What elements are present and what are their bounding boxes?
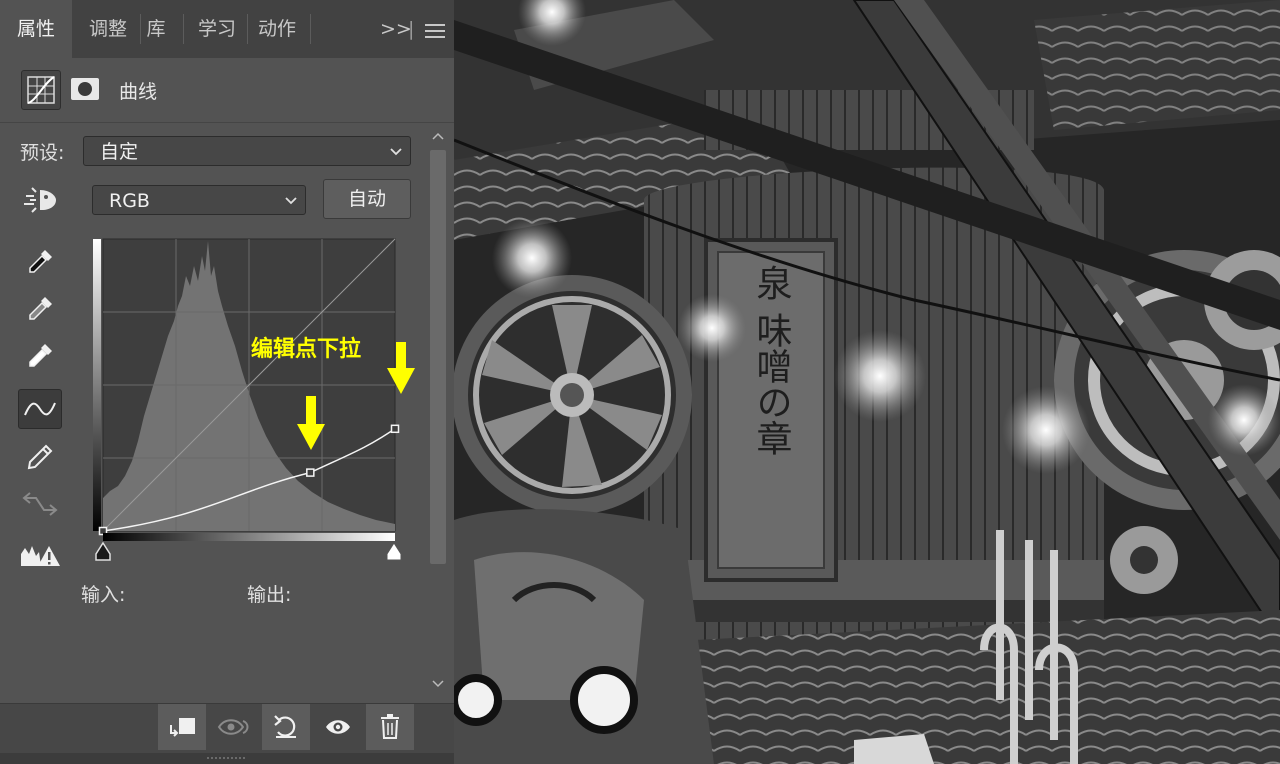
properties-panel: 属性 调整 库 学习 动作 >> | 曲线 预设: 自定 RGB 自动 编辑点下… — [0, 0, 454, 764]
visibility-eye-icon[interactable] — [314, 704, 362, 750]
pencil-draw-icon[interactable] — [18, 437, 62, 477]
auto-button[interactable]: 自动 — [323, 179, 411, 219]
reset-icon[interactable] — [262, 704, 310, 750]
tab-divider — [310, 14, 311, 44]
bottom-toolbar — [0, 703, 454, 754]
tab-actions[interactable]: 动作 — [247, 0, 307, 58]
tab-adjustments[interactable]: 调整 — [76, 0, 140, 58]
black-point-slider[interactable] — [95, 541, 111, 561]
panel-resize-grip[interactable] — [0, 753, 454, 764]
channel-dropdown[interactable]: RGB — [92, 185, 306, 215]
black-point-eyedropper-icon[interactable] — [18, 242, 62, 282]
hamburger-menu-icon[interactable] — [425, 23, 445, 42]
scroll-down-icon[interactable] — [432, 680, 444, 688]
output-gradient-bar — [93, 239, 101, 531]
panel-title: 曲线 — [119, 81, 158, 103]
header-divider — [0, 122, 454, 123]
curve-control-point[interactable] — [306, 468, 315, 477]
tab-libraries[interactable]: 库 — [132, 0, 180, 58]
delete-trash-icon[interactable] — [366, 704, 414, 750]
white-point-eyedropper-icon[interactable] — [18, 336, 62, 376]
view-previous-state-icon[interactable] — [210, 704, 258, 750]
tab-learn[interactable]: 学习 — [187, 0, 247, 58]
white-point-slider[interactable] — [386, 542, 402, 561]
curves-graph[interactable] — [90, 236, 410, 566]
input-gradient-bar — [103, 533, 395, 541]
chevron-down-icon — [285, 197, 297, 205]
on-image-adjust-icon[interactable] — [22, 186, 60, 218]
gear-wheel — [454, 275, 692, 515]
down-arrow-icon — [297, 396, 325, 450]
tab-divider-bar: | — [408, 18, 415, 40]
layer-mask-icon[interactable] — [70, 76, 100, 102]
channel-value: RGB — [109, 190, 150, 212]
scrollbar-thumb[interactable] — [430, 150, 446, 564]
preset-value: 自定 — [100, 141, 139, 163]
smooth-curve-icon[interactable] — [18, 484, 62, 524]
preset-label: 预设: — [20, 142, 65, 164]
signboard-text: 泉 味噌の章 — [751, 264, 792, 456]
chevron-down-icon — [390, 148, 402, 156]
tab-divider — [183, 14, 184, 44]
gray-point-eyedropper-icon[interactable] — [18, 289, 62, 329]
down-arrow-icon — [387, 342, 415, 394]
preset-dropdown[interactable]: 自定 — [83, 136, 411, 166]
output-label: 输出: — [247, 584, 292, 606]
curve-points-icon[interactable] — [18, 389, 62, 429]
document-canvas[interactable]: 泉 味噌の章 — [454, 0, 1280, 764]
annotation-text: 编辑点下拉 — [251, 337, 362, 362]
curves-adjustment-icon[interactable] — [21, 70, 61, 110]
gear-wheel — [1110, 526, 1178, 594]
curve-control-point[interactable] — [390, 424, 400, 434]
panel-tab-bar: 属性 调整 库 学习 动作 >> | — [0, 0, 454, 58]
tab-properties[interactable]: 属性 — [0, 0, 72, 58]
clip-to-layer-icon[interactable] — [158, 704, 206, 750]
clipping-warning-icon[interactable] — [18, 536, 62, 576]
input-label: 输入: — [81, 584, 126, 606]
grayscale-artwork: 泉 味噌の章 — [454, 0, 1280, 764]
scroll-up-icon[interactable] — [432, 132, 444, 140]
